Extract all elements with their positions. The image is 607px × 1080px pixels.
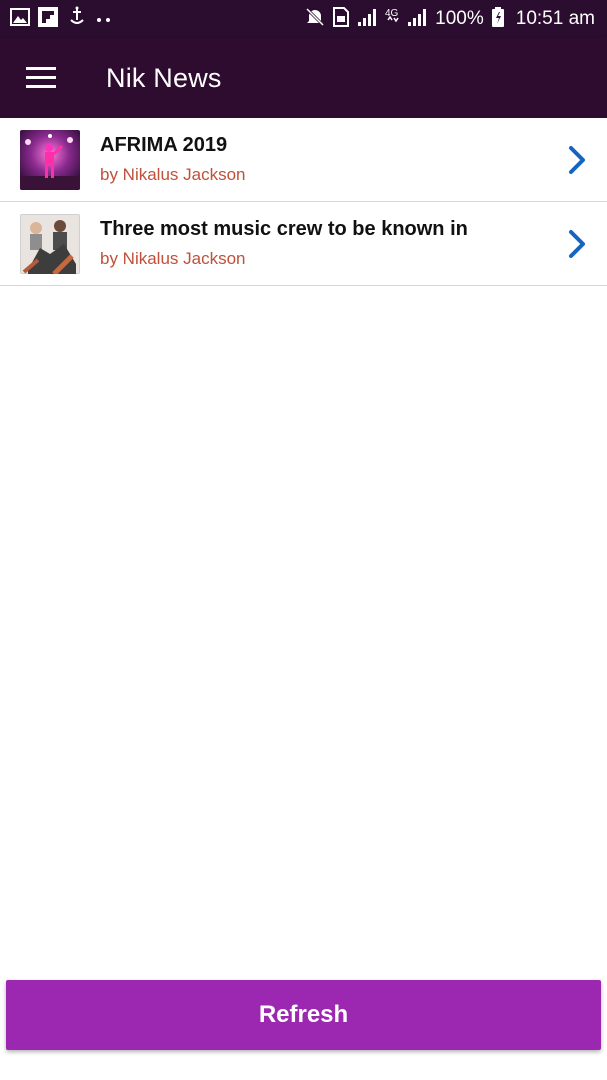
status-bar: 4G 100% 10:51 am [0,0,607,38]
article-title: AFRIMA 2019 [100,134,228,156]
flipboard-icon [38,6,58,32]
clock-time: 10:51 am [515,8,595,29]
chevron-right-icon[interactable] [547,202,607,286]
list-item[interactable]: Three most music crew to be known in by … [0,202,607,286]
hamburger-icon [26,67,56,89]
list-item[interactable]: AFRIMA 2019 by Nikalus Jackson [0,118,607,202]
signal-icon [357,8,377,31]
svg-text:4G: 4G [385,8,399,19]
more-dots-icon [96,10,112,28]
article-author: by Nikalus Jackson [100,165,246,184]
refresh-button[interactable]: Refresh [6,980,601,1050]
menu-button[interactable] [0,38,82,118]
app-title: Nik News [106,62,222,93]
image-icon [10,7,30,31]
list-item-text: Three most music crew to be known in by … [100,218,547,269]
concert-performer-image [20,129,80,190]
article-title: Three most music crew to be known in [100,218,468,240]
chevron-right-icon[interactable] [547,118,607,202]
signal-2-icon [407,8,427,31]
battery-icon [491,6,504,32]
status-bar-right: 4G 100% 10:51 am [305,6,595,33]
app-bar: Nik News [0,38,607,118]
music-crew-image [20,213,80,274]
status-bar-left [10,6,112,33]
article-author: by Nikalus Jackson [100,249,246,268]
usb-debug-icon [66,6,88,33]
list-item-text: AFRIMA 2019 by Nikalus Jackson [100,134,547,185]
battery-percent: 100% [435,8,484,29]
4g-icon: 4G [385,6,399,33]
mute-icon [305,7,325,32]
news-list: AFRIMA 2019 by Nikalus Jackson Three mos… [0,118,607,286]
sim-icon [333,6,350,32]
